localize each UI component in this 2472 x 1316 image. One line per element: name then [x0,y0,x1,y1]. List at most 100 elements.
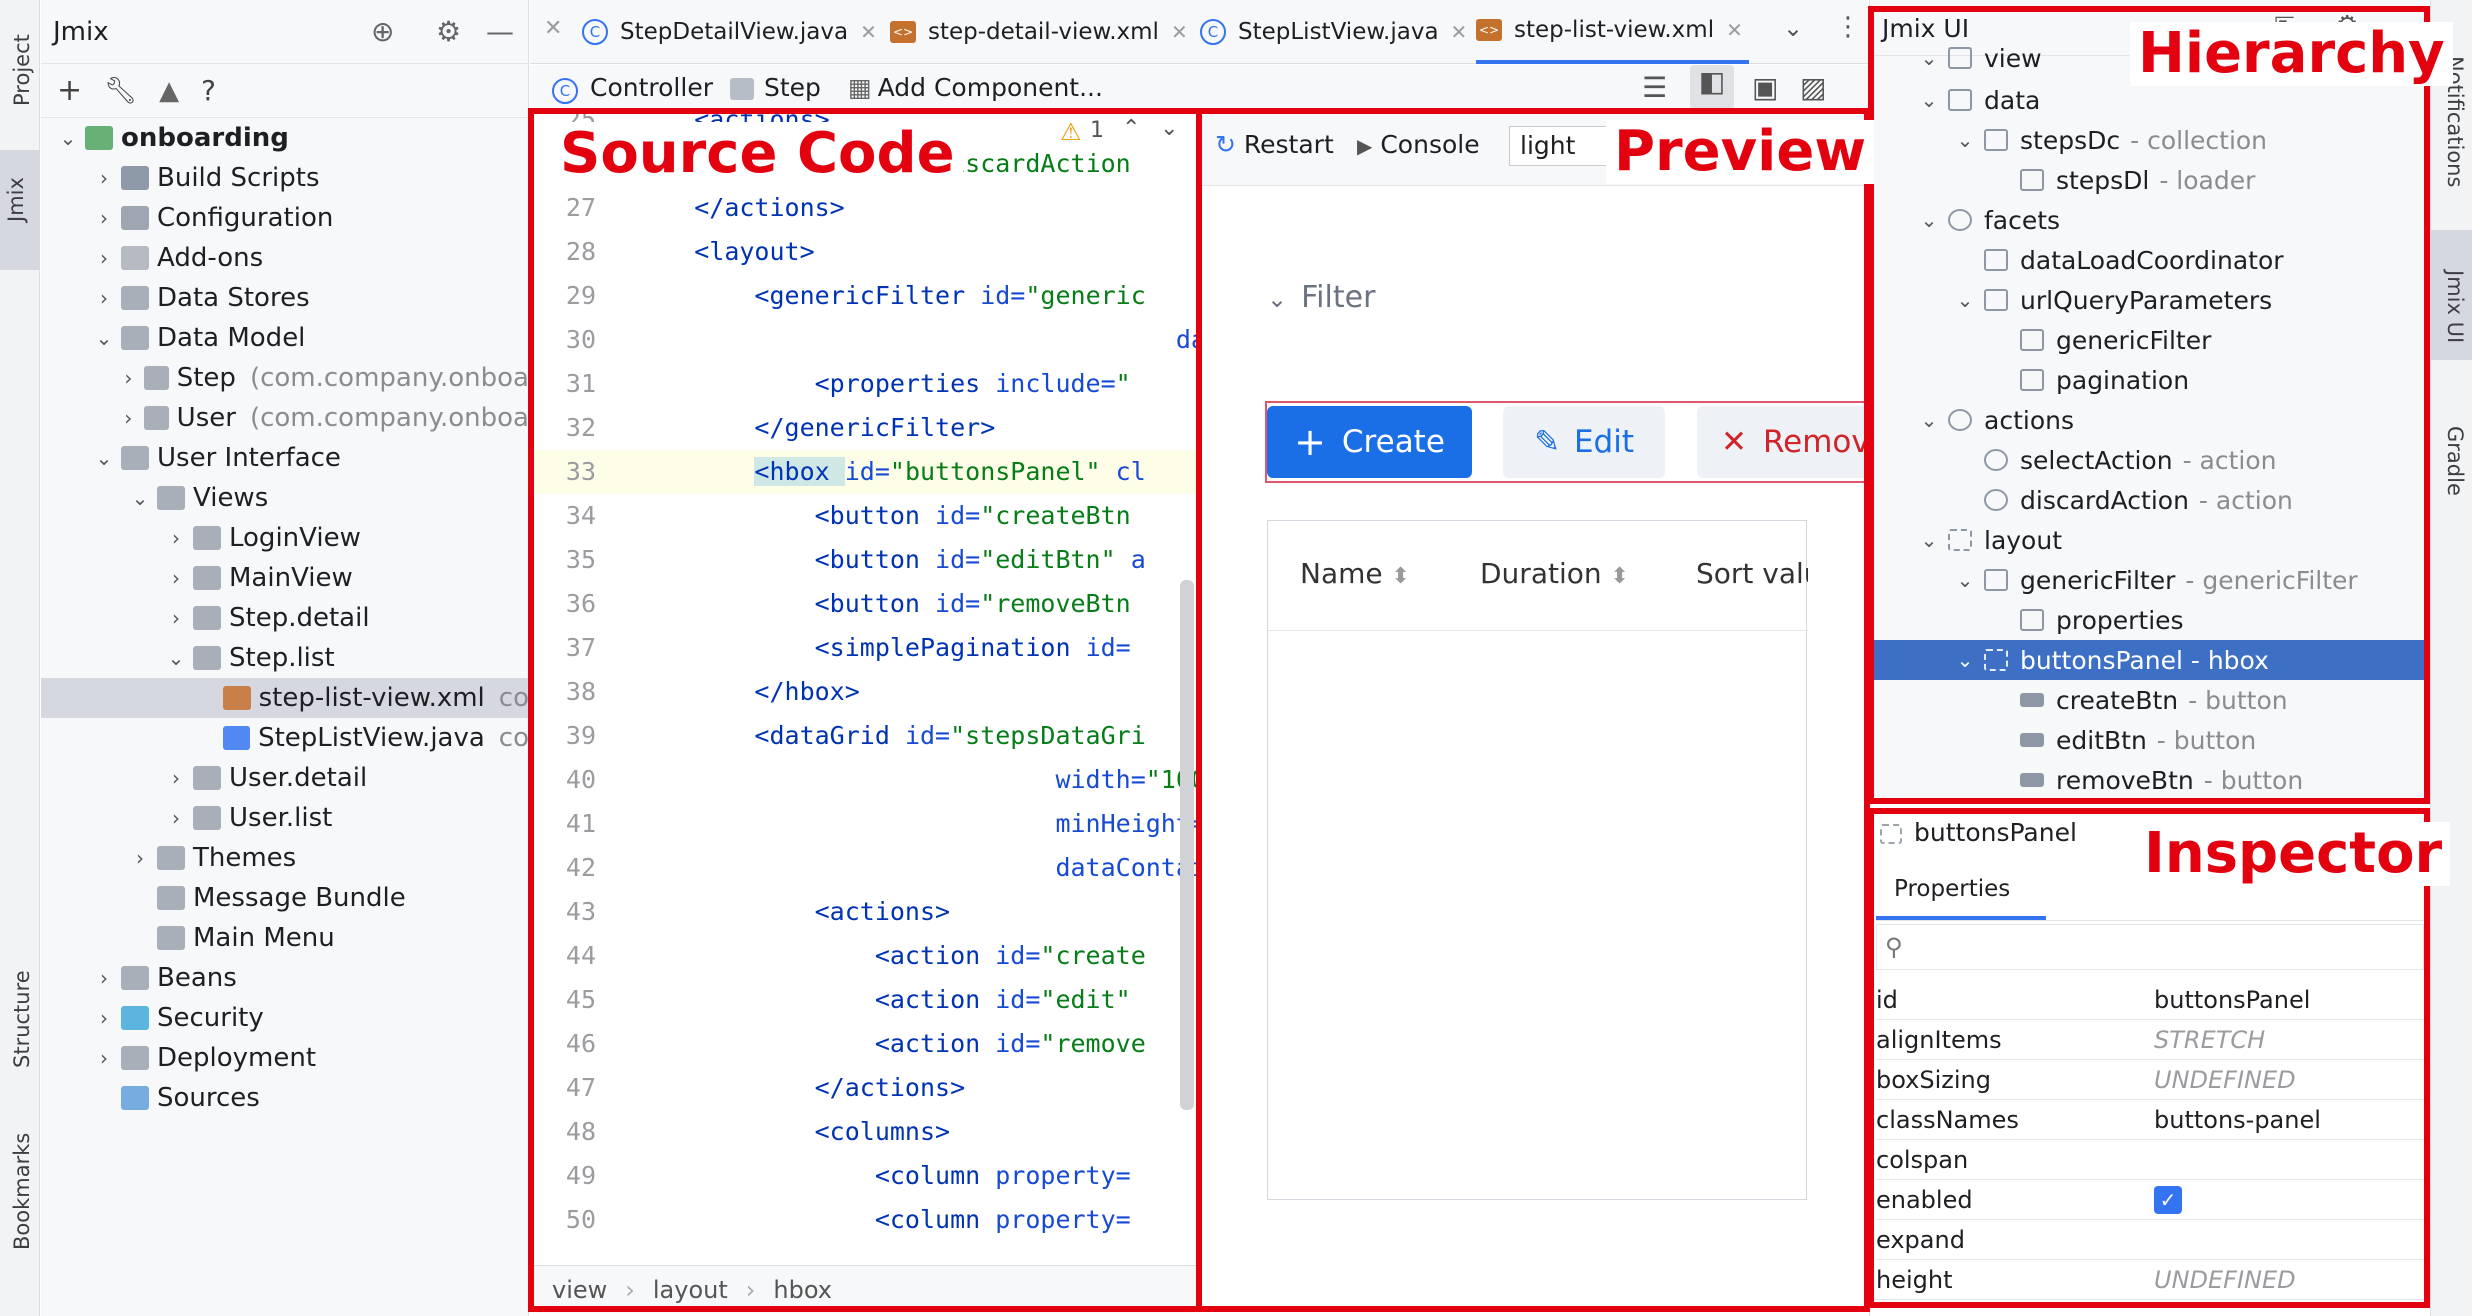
code-line[interactable]: 46 <action id="remove [530,1022,1198,1066]
property-row[interactable]: expand [1876,1220,2424,1260]
tree-item[interactable]: › Security [41,998,528,1038]
close-icon[interactable]: ✕ [544,16,562,41]
code-line[interactable]: 27 </actions> [530,186,1198,230]
close-icon[interactable]: ✕ [1171,20,1188,44]
hierarchy-item[interactable]: discardAction - action [1870,480,2429,520]
chevron-down-icon[interactable]: ⌄ [1918,208,1940,232]
tree-item[interactable]: StepListView.java co [41,718,528,758]
chevron-down-icon[interactable]: ⌄ [1918,528,1940,552]
code-line[interactable]: 30 dataLoader= [530,318,1198,362]
chevron-right-icon[interactable]: › [93,246,115,270]
hierarchy-item[interactable]: ⌄ genericFilter - genericFilter [1870,560,2429,600]
property-row[interactable]: enabled ✓ [1876,1180,2424,1220]
hierarchy-item[interactable]: stepsDl - loader [1870,160,2429,200]
tree-item[interactable]: Sources [41,1078,528,1118]
property-row[interactable]: classNames buttons-panel [1876,1100,2424,1140]
code-line[interactable]: 48 <columns> [530,1110,1198,1154]
code-line[interactable]: 44 <action id="create [530,934,1198,978]
hierarchy-item[interactable]: ⌄ layout [1870,520,2429,560]
chevron-down-icon[interactable]: ⌄ [57,126,79,150]
code-line[interactable]: 29 <genericFilter id="generic [530,274,1198,318]
gear-icon[interactable]: ⚙ [436,15,461,48]
column-header-sort-value[interactable]: Sort valu [1696,557,1808,590]
code-line[interactable]: 49 <column property= [530,1154,1198,1198]
breadcrumb-layout[interactable]: layout [653,1276,728,1304]
chevron-down-icon[interactable]: ⌄ [1954,128,1976,152]
tree-item[interactable]: › Step (com.company.onboa [41,358,528,398]
chevron-right-icon[interactable]: › [165,766,187,790]
jmix-tool-tab[interactable]: Jmix [0,150,40,270]
restart-button[interactable]: ↻ Restart [1215,130,1334,159]
step-entity-button[interactable]: Step [730,73,821,102]
project-tool-tab[interactable]: Project [6,20,34,120]
chevron-right-icon[interactable]: › [93,206,115,230]
jmix-bunny-icon[interactable]: ▲ [159,76,179,106]
hierarchy-item[interactable]: selectAction - action [1870,440,2429,480]
help-icon[interactable]: ? [201,74,216,107]
code-line[interactable]: 33 <hbox id="buttonsPanel" cl [530,450,1198,494]
chevron-right-icon[interactable]: › [93,286,115,310]
code-line[interactable]: 40 width="100%" [530,758,1198,802]
code-line[interactable]: 45 <action id="edit" [530,978,1198,1022]
code-line[interactable]: 36 <button id="removeBtn [530,582,1198,626]
chevron-down-icon[interactable]: ⌄ [93,446,115,470]
code-only-icon[interactable]: ☰ [1642,71,1667,104]
theme-select[interactable]: light [1509,126,1617,166]
code-line[interactable]: 32 </genericFilter> [530,406,1198,450]
remove-button[interactable]: ✕ Remov [1697,406,1868,478]
property-row[interactable]: boxSizing UNDEFINED [1876,1060,2424,1100]
tab-properties[interactable]: Properties [1876,862,2046,920]
code-line[interactable]: 41 minHeight="20em [530,802,1198,846]
code-line[interactable]: 43 <actions> [530,890,1198,934]
code-line[interactable]: 38 </hbox> [530,670,1198,714]
hierarchy-item[interactable]: ⌄ data [1870,80,2429,120]
next-highlight-icon[interactable]: ⌄ [1160,116,1178,141]
code-line[interactable]: 47 </actions> [530,1066,1198,1110]
code-line[interactable]: 28 <layout> [530,230,1198,274]
hierarchy-item[interactable]: ⌄ actions [1870,400,2429,440]
enabled-checkbox[interactable]: ✓ [2154,1185,2182,1214]
tree-item[interactable]: › Deployment [41,1038,528,1078]
locate-icon[interactable]: ⊕ [371,15,394,48]
chevron-down-icon[interactable]: ⌄ [1918,46,1940,70]
code-line[interactable]: 35 <button id="editBtn" a [530,538,1198,582]
hierarchy-item[interactable]: ⌄ buttonsPanel - hbox [1870,640,2429,680]
property-row[interactable]: height UNDEFINED [1876,1260,2424,1300]
chevron-right-icon[interactable]: › [129,846,151,870]
bookmarks-tool-tab[interactable]: Bookmarks [6,1130,34,1280]
add-icon[interactable]: + [57,73,82,108]
property-value[interactable]: UNDEFINED [2154,1066,2424,1094]
tree-item[interactable]: step-list-view.xml co [41,678,528,718]
chevron-down-icon[interactable]: ⌄ [129,486,151,510]
hierarchy-item[interactable]: pagination [1870,360,2429,400]
tree-item[interactable]: › User.list [41,798,528,838]
tree-item[interactable]: › Data Stores [41,278,528,318]
breadcrumb-hbox[interactable]: hbox [773,1276,832,1304]
tree-item[interactable]: › Add-ons [41,238,528,278]
tab-editor-file[interactable]: <> step-list-view.xml ✕ [1476,0,1749,64]
tree-item[interactable]: ⌄ Data Model [41,318,528,358]
chevron-right-icon[interactable]: › [165,606,187,630]
tree-item[interactable]: › Themes [41,838,528,878]
console-button[interactable]: ▶ Console [1357,130,1480,159]
image-icon[interactable]: ▨ [1800,71,1826,104]
hierarchy-item[interactable]: createBtn - button [1870,680,2429,720]
hierarchy-item[interactable]: removeBtn - button [1870,760,2429,800]
tab-editor-file[interactable]: C StepDetailView.java ✕ [582,0,883,64]
code-line[interactable]: 50 <column property= [530,1198,1198,1242]
tree-item[interactable]: › MainView [41,558,528,598]
code-editor[interactable]: 25 <actions>26 <action id="discardAction… [530,110,1198,1265]
chevron-down-icon[interactable]: ⌄ [165,646,187,670]
warning-icon[interactable]: ⚠ [1060,118,1082,146]
tree-item[interactable]: ⌄ Views [41,478,528,518]
chevron-right-icon[interactable]: › [93,966,115,990]
chevron-right-icon[interactable]: › [93,1046,115,1070]
close-icon[interactable]: ✕ [1726,18,1743,42]
controller-button[interactable]: C Controller [552,73,713,104]
tree-item[interactable]: › LoginView [41,518,528,558]
edit-button[interactable]: ✎ Edit [1503,406,1665,478]
property-value[interactable]: buttons-panel [2154,1106,2424,1134]
property-value[interactable]: UNDEFINED [2154,1266,2424,1294]
chevron-down-icon[interactable]: ⌄ [1954,288,1976,312]
chevron-down-icon[interactable]: ⌄ [93,326,115,350]
